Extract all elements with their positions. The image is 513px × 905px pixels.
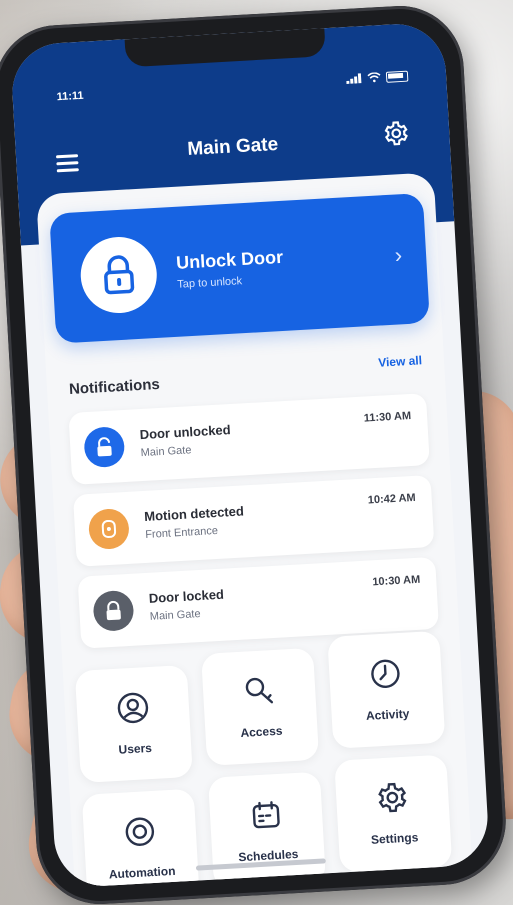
motion-icon (87, 507, 130, 551)
grid-access-button[interactable]: Access (201, 647, 320, 766)
battery-icon (385, 70, 409, 83)
automation-icon (125, 817, 155, 846)
lock-circle (78, 234, 159, 316)
notification-time: 10:30 AM (372, 573, 421, 589)
settings-gear-icon[interactable] (383, 120, 410, 147)
lock-icon (104, 255, 135, 295)
notification-title: Door locked (148, 586, 225, 606)
lock-open-icon (83, 426, 126, 469)
grid-label: Access (240, 723, 283, 740)
chevron-right-icon: › (394, 242, 403, 268)
status-time: 11:11 (56, 89, 84, 104)
activity-icon (371, 659, 400, 688)
notification-title: Motion detected (143, 503, 245, 524)
grid-settings-button[interactable]: Settings (334, 754, 453, 873)
user-icon (117, 692, 149, 724)
grid-schedules-button[interactable]: Schedules (207, 771, 327, 889)
key-icon (245, 677, 274, 704)
calendar-icon (252, 801, 280, 829)
view-all-link[interactable]: View all (378, 353, 423, 369)
phone: 11:11 Main Gate Unlock Door Tap to unloc… (0, 2, 510, 905)
unlock-door-button[interactable]: Unlock Door Tap to unlock › (49, 192, 430, 344)
grid-activity-button[interactable]: Activity (327, 630, 446, 749)
unlock-subtitle: Tap to unlock (177, 275, 243, 291)
wifi-icon (367, 72, 387, 86)
photo-scene: 11:11 Main Gate Unlock Door Tap to unloc… (0, 0, 513, 905)
notification-subtitle: Main Gate (140, 444, 192, 460)
grid-users-button[interactable]: Users (74, 664, 193, 783)
phone-screen: 11:11 Main Gate Unlock Door Tap to unloc… (9, 21, 491, 889)
grid-label: Settings (370, 830, 419, 847)
unlock-title: Unlock Door (175, 246, 284, 273)
gear-icon (378, 782, 407, 813)
grid-automation-button[interactable]: Automation (81, 788, 200, 889)
notification-subtitle: Front Entrance (144, 524, 219, 541)
grid-label: Automation (108, 863, 176, 882)
grid-label: Activity (365, 706, 410, 723)
notification-time: 10:42 AM (367, 491, 416, 507)
signal-icon (346, 73, 363, 85)
status-icons (346, 70, 409, 87)
lock-icon (92, 589, 135, 632)
notification-time: 11:30 AM (363, 409, 412, 425)
notification-title: Door unlocked (139, 422, 231, 443)
notification-subtitle: Main Gate (149, 608, 201, 623)
grid-label: Users (118, 740, 153, 757)
